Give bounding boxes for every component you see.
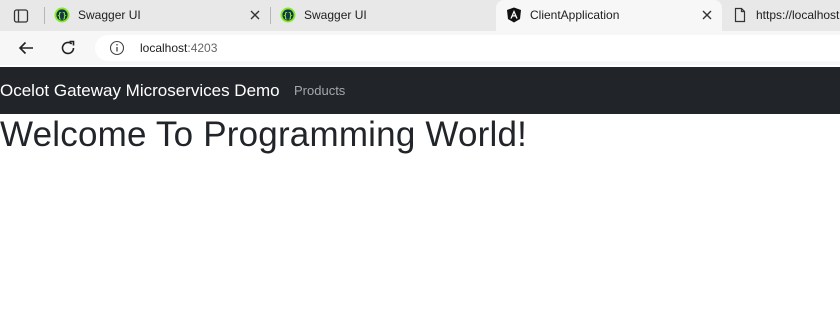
url-host: localhost — [140, 41, 188, 55]
tab-title: https://localhost — [756, 8, 840, 22]
nav-link-products[interactable]: Products — [294, 83, 345, 98]
tab-title: Swagger UI — [78, 8, 141, 22]
url-port: :4203 — [187, 41, 218, 55]
svg-text:{}: {} — [57, 11, 67, 20]
tab-actions — [0, 0, 44, 31]
swagger-icon: {} — [280, 7, 296, 23]
swagger-icon: {} — [54, 7, 70, 23]
info-icon[interactable] — [109, 40, 125, 56]
back-icon[interactable] — [17, 39, 35, 57]
angular-icon — [507, 7, 521, 23]
url-text: localhost:4203 — [140, 41, 217, 55]
tab-swagger-ui-2[interactable]: {} Swagger UI — [270, 0, 496, 31]
tab-localhost[interactable]: https://localhost — [722, 0, 840, 31]
refresh-icon[interactable] — [59, 39, 77, 57]
tab-swagger-ui-1[interactable]: {} Swagger UI — [44, 0, 270, 31]
browser-tabstrip: {} Swagger UI {} Swagger UI ClientApplic… — [0, 0, 840, 31]
tab-title: Swagger UI — [304, 8, 367, 22]
tab-title: ClientApplication — [530, 8, 620, 22]
page-title: Welcome To Programming World! — [0, 115, 528, 154]
address-bar: localhost:4203 — [0, 31, 840, 65]
navbar: Ocelot Gateway Microservices Demo Produc… — [0, 67, 840, 114]
svg-text:{}: {} — [283, 11, 293, 20]
sidebar-toggle-icon[interactable] — [13, 8, 29, 24]
close-icon[interactable] — [700, 8, 714, 22]
tab-client-application[interactable]: ClientApplication — [496, 0, 722, 31]
close-icon[interactable] — [248, 8, 262, 22]
navbar-brand[interactable]: Ocelot Gateway Microservices Demo — [0, 81, 280, 101]
url-field[interactable]: localhost:4203 — [95, 35, 840, 61]
page-icon — [734, 7, 746, 23]
